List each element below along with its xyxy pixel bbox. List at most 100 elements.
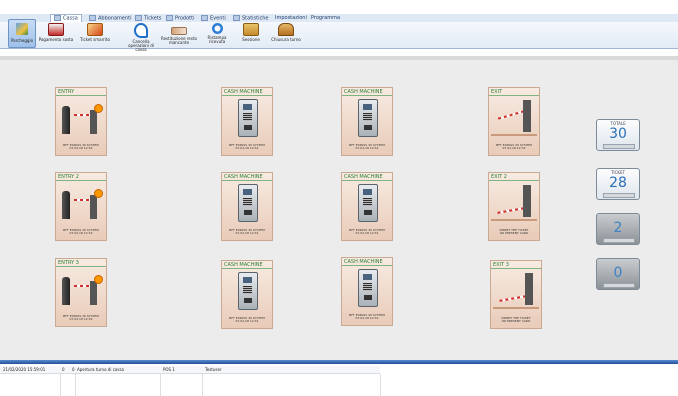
grid-divider <box>380 374 381 396</box>
counter-ticket: TICKET 28 <box>596 168 640 200</box>
barrier-cabinet-icon <box>90 110 97 134</box>
parking-button[interactable]: Parcheggio <box>8 19 36 48</box>
machine-keypad <box>243 198 252 206</box>
chiusura-turno-button[interactable]: Chiusura turno <box>270 23 302 46</box>
machine-screen <box>363 189 372 195</box>
cash-machine-icon <box>238 184 258 222</box>
device-entry-1[interactable]: ENTRY BFT EXPASS 30 SYSTEM 07.02.18 12:32 <box>55 87 107 156</box>
machine-screen <box>243 277 252 283</box>
device-status-line2: 07.02.18 12:31 <box>355 231 379 236</box>
log-row[interactable]: 21/02/2020 15:59:01 0 0 Apertura turno d… <box>0 366 380 374</box>
eventi-tab-icon <box>201 15 208 21</box>
cash-machine-icon <box>238 272 258 310</box>
machine-screen <box>363 104 372 110</box>
grid-divider <box>160 374 161 396</box>
counter-value: 2 <box>613 220 623 236</box>
log-description: Apertura turno di cassa <box>77 367 124 372</box>
device-status-line2: 07.02.18 12:31 <box>355 146 379 151</box>
restituzione-resto-button[interactable]: Restituzione resto mancante <box>160 23 198 46</box>
cancella-operazioni-button[interactable]: Cancella operazioni di cassa <box>122 23 160 52</box>
device-status-line2: 07.02.18 12:32 <box>69 146 93 151</box>
tickets-tab-icon <box>135 15 142 21</box>
title-underline <box>222 268 272 269</box>
device-status-line2: 07.02.18 12:31 <box>235 231 259 236</box>
title-underline <box>342 265 392 266</box>
counter-bar <box>603 238 635 243</box>
warning-badge-icon <box>94 275 103 284</box>
title-underline <box>56 266 106 267</box>
counter-value: 28 <box>609 175 627 191</box>
device-status-line2: OR PRESENT CARD <box>499 231 529 236</box>
barrier-cabinet-icon <box>90 195 97 219</box>
machine-slot <box>364 125 372 130</box>
device-cash-machine-6[interactable]: CASH MACHINE BFT EXPASS 30 SYSTEM 07.02.1… <box>341 257 393 326</box>
log-user: Testuser <box>205 367 222 372</box>
device-cash-machine-4[interactable]: CASH MACHINE BFT EXPASS 30 SYSTEM 07.02.1… <box>341 172 393 241</box>
device-exit-3[interactable]: EXIT 3 INSERT THE TICKET OR PRESENT CARD <box>490 260 542 329</box>
device-entry-3[interactable]: ENTRY 3 BFT EXPASS 30 SYSTEM 07.02.18 12:… <box>55 258 107 327</box>
device-cash-machine-1[interactable]: CASH MACHINE BFT EXPASS 30 SYSTEM 07.02.1… <box>221 87 273 156</box>
cash-machine-icon <box>358 99 378 137</box>
log-col2: 0 <box>62 367 65 372</box>
machine-slot <box>244 125 252 130</box>
statistiche-tab-icon <box>233 15 240 21</box>
counter-totale: TOTALE 30 <box>596 119 640 151</box>
grid-divider <box>75 374 76 396</box>
barrier-arm-icon <box>499 295 528 302</box>
cash-register-icon <box>48 23 64 36</box>
cash-box-icon <box>278 23 294 36</box>
title-underline <box>222 95 272 96</box>
tab-eventi[interactable]: Eventi <box>198 15 229 22</box>
log-pos: POS 1 <box>163 367 175 372</box>
machine-keypad <box>363 283 372 291</box>
cassa-tab-icon <box>54 15 61 21</box>
device-exit-2[interactable]: EXIT 2 INSERT THE TICKET OR PRESENT CARD <box>488 172 540 241</box>
ristampa-ricevuta-button[interactable]: Ristampa ricevuta <box>200 23 234 46</box>
abbonamenti-tab-icon <box>89 15 96 21</box>
device-status-line2: 07.02.18 12:31 <box>235 319 259 324</box>
grid-divider <box>202 374 203 396</box>
log-panel: 21/02/2020 15:59:01 0 0 Apertura turno d… <box>0 364 678 396</box>
machine-screen <box>363 274 372 280</box>
device-cash-machine-2[interactable]: CASH MACHINE BFT EXPASS 30 SYSTEM 07.02.1… <box>341 87 393 156</box>
tab-programma[interactable]: Programma <box>308 15 343 22</box>
counter-4: 0 <box>596 258 640 290</box>
undo-arrow-icon <box>134 23 148 38</box>
device-cash-machine-3[interactable]: CASH MACHINE BFT EXPASS 30 SYSTEM 07.02.1… <box>221 172 273 241</box>
money-return-icon <box>171 27 187 35</box>
ticket-dispenser-icon <box>62 277 70 305</box>
device-status-line2: 07.02.18 12:32 <box>69 317 93 322</box>
device-status-line2: 07.02.18 12:32 <box>69 231 93 236</box>
tab-statistiche[interactable]: Statistiche <box>230 15 272 22</box>
barrier-cabinet-icon <box>523 185 531 217</box>
sessione-button[interactable]: Sessione <box>236 23 266 46</box>
device-exit-1[interactable]: EXIT BFT EXPASS 30 SYSTEM 07.02.18 12:32 <box>488 87 540 156</box>
counter-value: 0 <box>613 265 623 281</box>
machine-slot <box>244 210 252 215</box>
machine-screen <box>243 189 252 195</box>
barrier-cabinet-icon <box>525 273 533 305</box>
grid-divider <box>60 374 61 396</box>
tab-tickets[interactable]: Tickets <box>132 15 164 22</box>
device-cash-machine-5[interactable]: CASH MACHINE BFT EXPASS 30 SYSTEM 07.02.1… <box>221 260 273 329</box>
title-underline <box>489 180 539 181</box>
machine-keypad <box>243 286 252 294</box>
machine-slot <box>244 298 252 303</box>
tab-impostazioni[interactable]: Impostazioni <box>272 15 310 22</box>
barrier-cabinet-icon <box>90 281 97 305</box>
ticket-smarrito-button[interactable]: Ticket smarrito <box>78 23 112 46</box>
title-underline <box>491 268 541 269</box>
machine-keypad <box>363 198 372 206</box>
tab-abbonamenti[interactable]: Abbonamenti <box>86 15 135 22</box>
device-entry-2[interactable]: ENTRY 2 BFT EXPASS 30 SYSTEM 07.02.18 12:… <box>55 172 107 241</box>
tab-prodotti[interactable]: Prodotti <box>163 15 197 22</box>
counter-3: 2 <box>596 213 640 245</box>
counter-bar <box>603 144 635 149</box>
parking-map-icon <box>16 23 28 35</box>
warning-badge-icon <box>94 104 103 113</box>
machine-keypad <box>243 113 252 121</box>
log-datetime: 21/02/2020 15:59:01 <box>3 367 46 372</box>
counter-bar <box>603 283 635 288</box>
machine-slot <box>364 210 372 215</box>
pagamento-sosta-button[interactable]: Pagamento sosta <box>38 23 74 46</box>
